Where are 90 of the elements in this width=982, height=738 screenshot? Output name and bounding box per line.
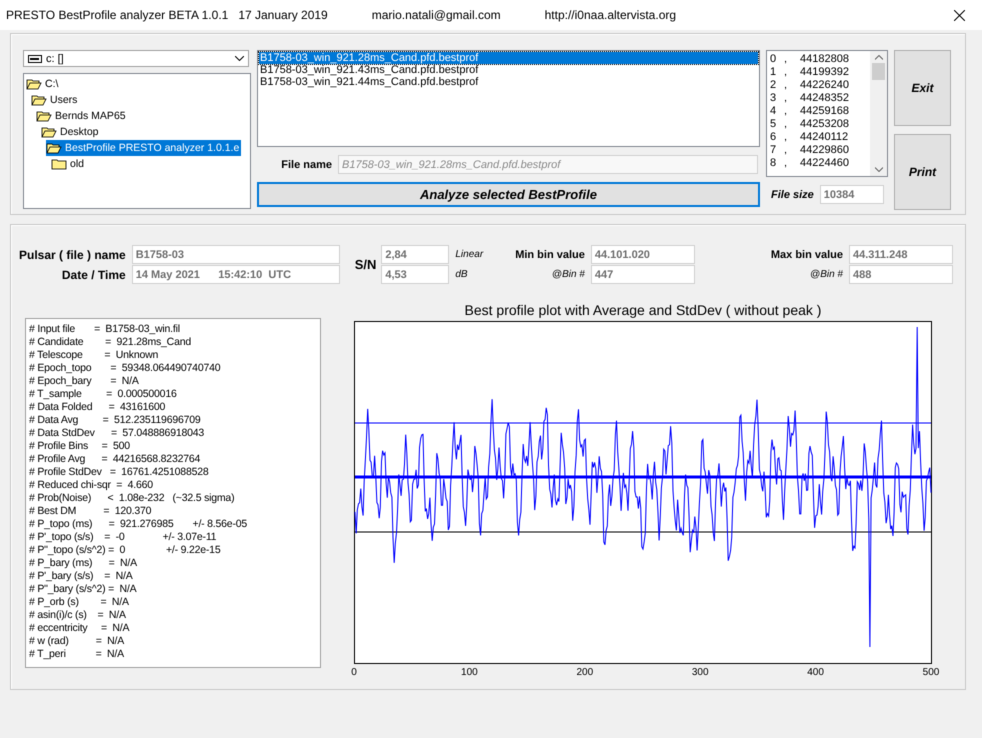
info-line: # Telescope = Unknown bbox=[29, 349, 160, 362]
action-button[interactable]: Exit bbox=[894, 50, 951, 126]
info-line: # T_sample = 0.000500016 bbox=[29, 388, 178, 401]
bin-value-row-text: 1 , 44199392 bbox=[770, 66, 850, 79]
axis-tick-label: 400 bbox=[807, 667, 824, 678]
bin-value-row-text: 5 , 44253208 bbox=[770, 118, 850, 131]
drive-dropdown[interactable]: c: [] bbox=[23, 50, 249, 67]
folder-item[interactable]: Bernds MAP65 bbox=[36, 108, 128, 124]
folder-item[interactable]: C:\ bbox=[26, 76, 60, 92]
bin-value-row-text: 3 , 44248352 bbox=[770, 92, 850, 105]
window-title: PRESTO BestProfile analyzer BETA 1.0.1 17 January 2019 bbox=[6, 8, 328, 22]
info-line: # Profile StdDev = 16761.4251088528 bbox=[29, 466, 210, 479]
info-line: # Data StdDev = 57.048886918043 bbox=[29, 427, 206, 440]
analyze-button[interactable]: Analyze selected BestProfile bbox=[257, 182, 760, 207]
info-line: # P_bary (ms) = N/A bbox=[29, 557, 138, 570]
info-line: # Epoch_bary = N/A bbox=[29, 375, 140, 388]
pulsar-name-label: Pulsar ( file ) name bbox=[19, 248, 126, 262]
open-folder-icon bbox=[31, 94, 47, 106]
min-bin-value-field: 44.101.020 bbox=[590, 245, 695, 264]
info-line: # eccentricity = N/A bbox=[29, 622, 130, 635]
info-line: # P'_topo (s/s) = -0 +/- 3.07e-11 bbox=[29, 531, 218, 544]
file-size-label: File size bbox=[771, 188, 814, 200]
bin-value-row-text: 7 , 44229860 bbox=[770, 144, 850, 157]
axis-tick-label: 300 bbox=[692, 667, 709, 678]
bin-value-row-text: 6 , 44240112 bbox=[770, 131, 850, 144]
folder-item[interactable]: old bbox=[51, 156, 86, 172]
db-unit: dB bbox=[455, 269, 468, 280]
chart-title: Best profile plot with Average and StdDev ( without peak ) bbox=[464, 302, 822, 318]
bin-value-row-text: 0 , 44182808 bbox=[770, 53, 850, 66]
min-bin-index-field: 447 bbox=[590, 265, 695, 284]
action-button[interactable]: Print bbox=[894, 134, 951, 210]
info-line: # P_orb (s) = N/A bbox=[29, 596, 130, 609]
sn-label: S/N bbox=[354, 257, 376, 272]
open-folder-icon bbox=[26, 78, 42, 90]
folder-item[interactable]: Users bbox=[31, 92, 80, 108]
close-icon bbox=[954, 10, 964, 20]
info-line: # T_peri = N/A bbox=[29, 648, 125, 661]
info-line: # Profile Bins = 500 bbox=[29, 440, 131, 453]
axis-tick-label: 100 bbox=[461, 667, 478, 678]
info-line: # P_topo (ms) = 921.276985 +/- 8.56e-05 bbox=[29, 518, 248, 531]
max-bin-label: Max bin value bbox=[770, 248, 843, 260]
info-line: # asin(i)/c (s) = N/A bbox=[29, 609, 127, 622]
file-item[interactable]: B1758-03_win_921.43ms_Cand.pfd.bestprof bbox=[259, 64, 758, 76]
author-email: mario.natali@gmail.com bbox=[372, 8, 501, 22]
file-item[interactable]: B1758-03_win_921.28ms_Cand.pfd.bestprof bbox=[259, 52, 758, 64]
folder-icon bbox=[51, 158, 67, 170]
info-line: # Candidate = 921.28ms_Cand bbox=[29, 336, 192, 349]
chevron-down-icon bbox=[874, 167, 882, 172]
bin-value-row-text: 2 , 44226240 bbox=[770, 79, 850, 92]
bin-value-row-text: 4 , 44259168 bbox=[770, 105, 850, 118]
info-line: # P"_topo (s/s^2) = 0 +/- 9.22e-15 bbox=[29, 544, 222, 557]
info-line: # Best DM = 120.370 bbox=[29, 505, 152, 518]
sn-db-field: 4,53 bbox=[381, 265, 450, 284]
max-bin-index-field: 488 bbox=[849, 265, 953, 284]
min-bin-label: Min bin value bbox=[515, 248, 585, 260]
max-bin-value-field: 44.311.248 bbox=[849, 245, 953, 264]
open-folder-icon bbox=[46, 142, 62, 154]
date-time-field: 14 May 2021 15:42:10 UTC bbox=[132, 265, 340, 284]
info-line: # Reduced chi-sqr = 4.660 bbox=[29, 479, 154, 492]
info-line: # Profile Avg = 44216568.8232764 bbox=[29, 453, 202, 466]
file-name-label: File name bbox=[281, 158, 332, 170]
folder-item[interactable]: Desktop bbox=[41, 124, 101, 140]
info-line: # P'_bary (s/s) = N/A bbox=[29, 570, 134, 583]
info-line: # P"_bary (s/s^2) = N/A bbox=[29, 583, 138, 596]
folder-item[interactable]: BestProfile PRESTO analyzer 1.0.1.e bbox=[46, 140, 242, 156]
file-item[interactable]: B1758-03_win_921.44ms_Cand.pfd.bestprof bbox=[259, 76, 758, 88]
max-bin-index-label: @Bin # bbox=[810, 269, 843, 280]
bin-value-row-text: 8 , 44224460 bbox=[770, 157, 850, 170]
info-line: # Data Avg = 512.235119696709 bbox=[29, 414, 202, 427]
linear-unit: Linear bbox=[455, 249, 484, 260]
pulsar-name-field: B1758-03 bbox=[132, 245, 340, 264]
open-folder-icon bbox=[36, 110, 52, 122]
axis-tick-label: 200 bbox=[576, 667, 594, 678]
info-line: # w (rad) = N/A bbox=[29, 635, 126, 648]
chevron-down-icon bbox=[235, 56, 244, 61]
website-url: http://i0naa.altervista.org bbox=[544, 8, 676, 22]
info-line: # Input file = B1758-03_win.fil bbox=[29, 323, 181, 336]
sn-linear-field: 2,84 bbox=[381, 245, 450, 264]
info-line: # Prob(Noise) < 1.08e-232 (~32.5 sigma) bbox=[29, 492, 236, 505]
info-line: # Data Folded = 43161600 bbox=[29, 401, 166, 414]
chevron-up-icon bbox=[874, 55, 882, 60]
date-time-label: Date / Time bbox=[62, 268, 126, 282]
scroll-thumb[interactable] bbox=[872, 63, 885, 80]
axis-tick-label: 500 bbox=[922, 667, 940, 678]
file-size-field: 10384 bbox=[820, 185, 884, 204]
drive-icon bbox=[28, 54, 42, 62]
min-bin-index-label: @Bin # bbox=[552, 269, 585, 280]
open-folder-icon bbox=[41, 126, 57, 138]
axis-tick-label: 0 bbox=[351, 667, 357, 678]
info-line: # Epoch_topo = 59348.064490740740 bbox=[29, 362, 222, 375]
